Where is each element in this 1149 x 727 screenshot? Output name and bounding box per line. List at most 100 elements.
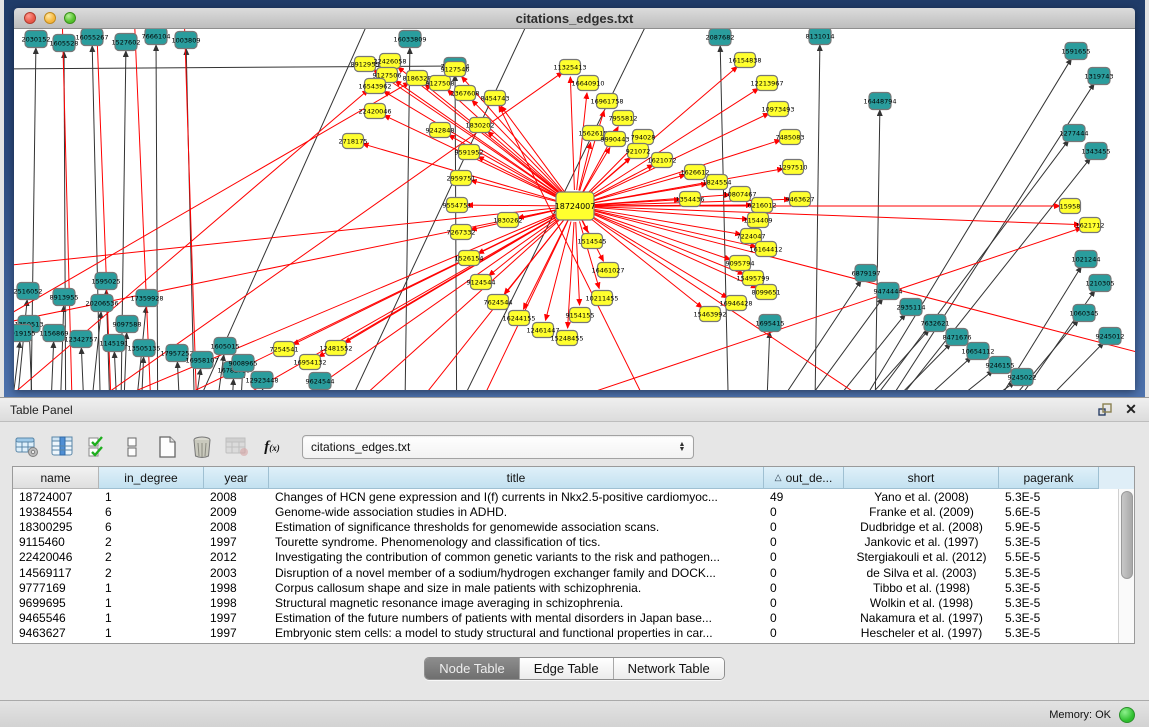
graph-node[interactable]: 9095794	[726, 256, 755, 271]
table-cell[interactable]: 0	[764, 505, 844, 519]
table-cell[interactable]: Estimation of the future numbers of pati…	[269, 611, 764, 625]
citation-edge[interactable]	[591, 210, 757, 247]
graph-node[interactable]: 9591952	[455, 145, 484, 160]
table-cell[interactable]: 1	[99, 490, 204, 504]
graph-node[interactable]: 8131014	[806, 29, 835, 45]
table-row[interactable]: 911546021997Tourette syndrome. Phenomeno…	[13, 535, 1119, 550]
table-cell[interactable]: 1997	[204, 535, 269, 549]
column-header-name[interactable]: name	[13, 467, 99, 489]
graph-node[interactable]: 9474444	[874, 283, 903, 300]
graph-node[interactable]: 8913955	[50, 289, 79, 306]
table-cell[interactable]: 1998	[204, 596, 269, 610]
table-row[interactable]: 969969511998Structural magnetic resonanc…	[13, 595, 1119, 610]
table-cell[interactable]: Investigating the contribution of common…	[269, 550, 764, 564]
column-header-title[interactable]: title	[269, 467, 764, 489]
graph-node[interactable]: 1514545	[578, 234, 607, 249]
network-edge[interactable]	[805, 330, 929, 390]
graph-node[interactable]: 16640910	[571, 76, 604, 91]
table-cell[interactable]: 5.5E-5	[999, 550, 1099, 564]
graph-node[interactable]: 9124544	[467, 275, 496, 290]
table-cell[interactable]: 1	[99, 581, 204, 595]
citation-edge[interactable]	[591, 207, 1080, 225]
table-cell[interactable]: 0	[764, 596, 844, 610]
graph-node[interactable]: 16954132	[293, 355, 326, 370]
graph-node[interactable]: 1021244	[1072, 251, 1101, 268]
table-cell[interactable]: 2008	[204, 490, 269, 504]
citation-edge[interactable]	[583, 148, 610, 193]
vertical-scrollbar[interactable]	[1118, 489, 1134, 643]
table-cell[interactable]: Disruption of a novel member of a sodium…	[269, 566, 764, 580]
table-cell[interactable]: Embryonic stem cells: a model to study s…	[269, 626, 764, 640]
graph-node[interactable]: 1060345	[1070, 305, 1099, 322]
graph-node[interactable]: 7267332	[447, 225, 476, 240]
citation-edge[interactable]	[501, 106, 566, 193]
graph-node[interactable]: 8099651	[752, 285, 781, 300]
graph-node[interactable]: 1830262	[494, 213, 523, 228]
network-edge[interactable]	[814, 45, 820, 390]
table-cell[interactable]: 1997	[204, 626, 269, 640]
table-cell[interactable]: Nakamura et al. (1997)	[844, 611, 999, 625]
graph-node[interactable]: 9242848	[426, 123, 455, 138]
table-cell[interactable]: 9465546	[13, 611, 99, 625]
table-cell[interactable]: 2008	[204, 520, 269, 534]
column-header-in_degree[interactable]: in_degree	[99, 467, 204, 489]
table-cell[interactable]: Hescheler et al. (1997)	[844, 626, 999, 640]
table-cell[interactable]: 2003	[204, 566, 269, 580]
network-edge[interactable]	[827, 343, 951, 390]
graph-node[interactable]: 794028	[631, 130, 656, 145]
graph-node[interactable]: 9554751	[443, 198, 472, 213]
graph-node[interactable]: 12342757	[64, 331, 97, 348]
graph-node[interactable]: 9463627	[786, 192, 815, 207]
table-cell[interactable]: 5.3E-5	[999, 535, 1099, 549]
network-edge[interactable]	[736, 281, 861, 390]
table-cell[interactable]: 0	[764, 581, 844, 595]
table-cell[interactable]: Tibbo et al. (1998)	[844, 581, 999, 595]
table-cell[interactable]: Jankovic et al. (1997)	[844, 535, 999, 549]
graph-node[interactable]: 15958	[1060, 199, 1081, 214]
graph-node[interactable]: 6216012	[748, 198, 777, 213]
citation-edge[interactable]	[545, 221, 571, 320]
table-cell[interactable]: Tourette syndrome. Phenomenology and cla…	[269, 535, 764, 549]
column-header-out_de[interactable]: △out_de...	[764, 467, 844, 489]
graph-node[interactable]: 20206536	[85, 295, 118, 312]
graph-node[interactable]: 7624544	[484, 295, 513, 310]
table-cell[interactable]: 49	[764, 490, 844, 504]
table-cell[interactable]: Genome-wide association studies in ADHD.	[269, 505, 764, 519]
network-edge[interactable]	[892, 382, 1015, 390]
table-cell[interactable]: Structural magnetic resonance image aver…	[269, 596, 764, 610]
table-cell[interactable]: 0	[764, 626, 844, 640]
graph-node[interactable]: 1527602	[112, 34, 141, 51]
graph-node[interactable]: 7254541	[270, 342, 299, 357]
table-cell[interactable]: 14569117	[13, 566, 99, 580]
table-cell[interactable]: 5.3E-5	[999, 490, 1099, 504]
table-cell[interactable]: 5.3E-5	[999, 626, 1099, 640]
table-cell[interactable]: 1	[99, 596, 204, 610]
tab-edge-table[interactable]: Edge Table	[520, 658, 614, 679]
graph-node[interactable]: 9245022	[1008, 369, 1037, 386]
network-edge[interactable]	[177, 362, 183, 390]
citation-edge[interactable]	[590, 175, 685, 202]
network-edge[interactable]	[263, 389, 268, 390]
close-panel-icon[interactable]: ✕	[1121, 401, 1141, 419]
graph-node[interactable]: 16244155	[502, 311, 535, 326]
network-edge[interactable]	[48, 342, 54, 390]
graph-node[interactable]: 7632621	[921, 315, 950, 332]
new-table-icon[interactable]	[154, 434, 180, 460]
table-panel-titlebar[interactable]: Table Panel ✕	[0, 398, 1149, 422]
citation-edge[interactable]	[577, 93, 587, 190]
citation-edge[interactable]	[580, 221, 600, 288]
table-cell[interactable]: Estimation of significance thresholds fo…	[269, 520, 764, 534]
table-cell[interactable]: 0	[764, 520, 844, 534]
citation-edge[interactable]	[134, 29, 154, 390]
tab-node-table[interactable]: Node Table	[425, 658, 520, 679]
graph-node[interactable]: 1319743	[1085, 68, 1114, 85]
column-visibility-icon[interactable]	[49, 434, 75, 460]
graph-node[interactable]: 16055267	[75, 29, 108, 46]
graph-node[interactable]: 2516052	[14, 283, 42, 300]
graph-node[interactable]: 16461027	[591, 263, 624, 278]
table-cell[interactable]: 9699695	[13, 596, 99, 610]
graph-node[interactable]: 11325413	[553, 60, 586, 75]
graph-node[interactable]: 1154409	[744, 213, 773, 228]
graph-node[interactable]: 3919155	[14, 325, 35, 342]
table-row[interactable]: 1872400712008Changes of HCN gene express…	[13, 489, 1119, 504]
